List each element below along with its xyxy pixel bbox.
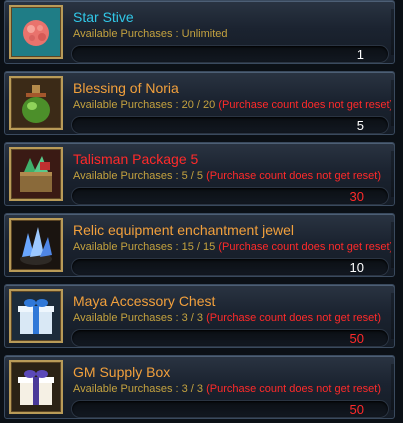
available-purchases-text: Available Purchases : 3 / 3 (Purchase co… <box>73 383 391 395</box>
purchase-count: Available Purchases : 3 / 3 <box>73 383 204 395</box>
shop-item-list: Star Stive Available Purchases : Unlimit… <box>0 0 403 423</box>
item-icon-frame[interactable] <box>9 5 63 59</box>
row-edge <box>391 364 394 410</box>
shop-item-row[interactable]: Star Stive Available Purchases : Unlimit… <box>4 0 395 64</box>
gift-box-white-icon <box>12 363 60 411</box>
shop-item-row[interactable]: GM Supply Box Available Purchases : 3 / … <box>4 355 395 419</box>
quantity-field[interactable]: 30 <box>71 187 389 205</box>
purchase-reset-note: (Purchase count does not get reset) <box>218 99 391 111</box>
potion-icon <box>12 79 60 127</box>
purchase-reset-note: (Purchase count does not get reset) <box>206 383 381 395</box>
quantity-field[interactable]: 10 <box>71 258 389 276</box>
quantity-value: 1 <box>356 47 364 62</box>
item-name: Maya Accessory Chest <box>73 293 216 309</box>
quantity-field[interactable]: 1 <box>71 45 389 63</box>
row-edge <box>391 293 394 339</box>
quantity-field[interactable]: 50 <box>71 400 389 418</box>
available-purchases-text: Available Purchases : 15 / 15 (Purchase … <box>73 241 391 253</box>
quantity-field[interactable]: 50 <box>71 329 389 347</box>
item-name: GM Supply Box <box>73 364 171 380</box>
quantity-value: 10 <box>349 260 364 275</box>
purchase-count: Available Purchases : 20 / 20 <box>73 99 216 111</box>
purchase-reset-note: (Purchase count does not get reset) <box>206 312 381 324</box>
gift-box-blue-icon <box>12 292 60 340</box>
purchase-count: Available Purchases : 15 / 15 <box>73 241 216 253</box>
purchase-count: Available Purchases : 3 / 3 <box>73 312 204 324</box>
item-icon-frame[interactable] <box>9 289 63 343</box>
item-icon-frame[interactable] <box>9 360 63 414</box>
shop-item-row[interactable]: Relic equipment enchantment jewel Availa… <box>4 213 395 277</box>
item-icon-frame[interactable] <box>9 218 63 272</box>
item-name: Relic equipment enchantment jewel <box>73 222 295 238</box>
purchase-reset-note: (Purchase count does not get reset) <box>218 241 391 253</box>
row-edge <box>391 151 394 197</box>
star-stive-icon <box>12 8 60 56</box>
shop-item-row[interactable]: Blessing of Noria Available Purchases : … <box>4 71 395 135</box>
row-edge <box>391 80 394 126</box>
talisman-chest-icon <box>12 150 60 198</box>
item-name: Talisman Package 5 <box>73 151 199 167</box>
purchase-count: Available Purchases : 5 / 5 <box>73 170 204 182</box>
available-purchases-text: Available Purchases : 5 / 5 (Purchase co… <box>73 170 391 182</box>
available-purchases-text: Available Purchases : 20 / 20 (Purchase … <box>73 99 391 111</box>
shop-item-row[interactable]: Maya Accessory Chest Available Purchases… <box>4 284 395 348</box>
quantity-field[interactable]: 5 <box>71 116 389 134</box>
purchase-reset-note: (Purchase count does not get reset) <box>206 170 381 182</box>
jewel-icon <box>12 221 60 269</box>
row-edge <box>391 222 394 268</box>
item-icon-frame[interactable] <box>9 76 63 130</box>
purchase-count: Available Purchases : Unlimited <box>73 28 228 40</box>
available-purchases-text: Available Purchases : Unlimited <box>73 28 391 40</box>
shop-item-row[interactable]: Talisman Package 5 Available Purchases :… <box>4 142 395 206</box>
available-purchases-text: Available Purchases : 3 / 3 (Purchase co… <box>73 312 391 324</box>
item-name: Blessing of Noria <box>73 80 179 96</box>
item-name: Star Stive <box>73 9 134 25</box>
quantity-value: 5 <box>356 118 364 133</box>
row-edge <box>391 9 394 55</box>
quantity-value: 30 <box>349 189 364 204</box>
item-icon-frame[interactable] <box>9 147 63 201</box>
quantity-value: 50 <box>349 402 364 417</box>
quantity-value: 50 <box>349 331 364 346</box>
